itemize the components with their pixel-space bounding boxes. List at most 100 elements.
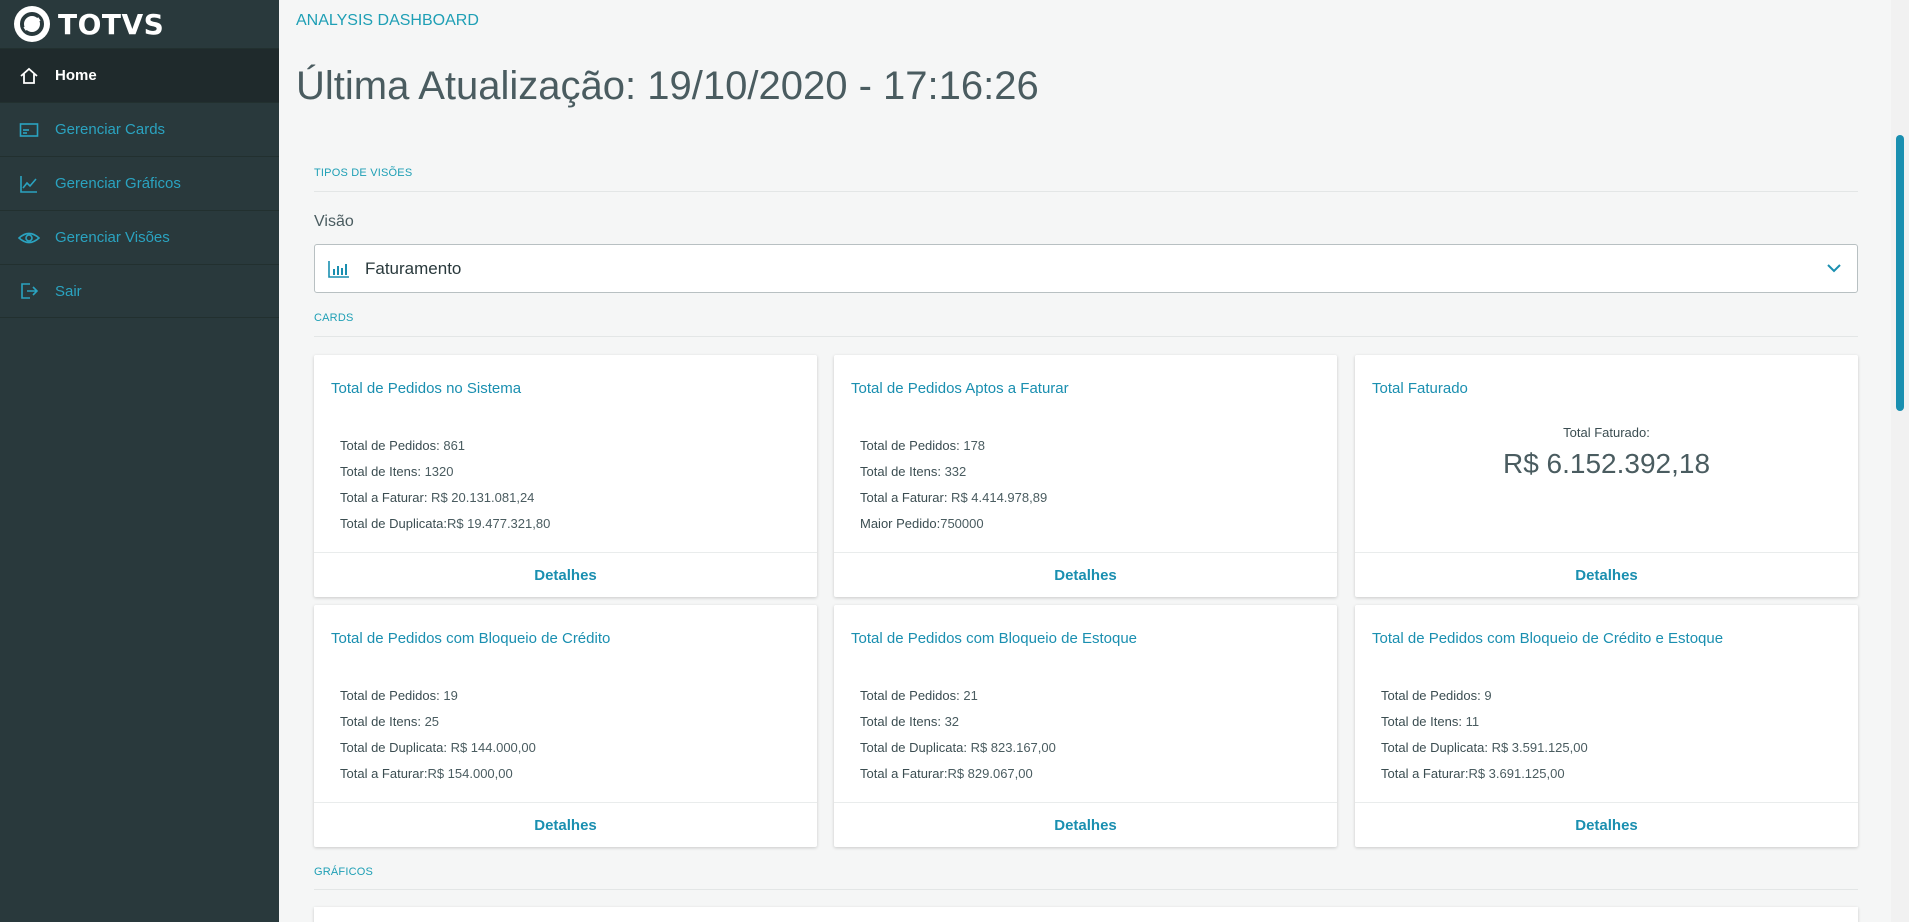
row-key: Total de Pedidos:	[860, 438, 960, 453]
row-value: 9	[1480, 688, 1492, 703]
row-key: Total de Itens:	[340, 464, 421, 479]
card-row: Total de Itens: 11	[1381, 709, 1588, 735]
card-row: Total de Itens: 25	[340, 709, 536, 735]
card-row: Total de Duplicata: R$ 3.591.125,00	[1381, 735, 1588, 761]
view-select-value: Faturamento	[365, 258, 462, 278]
row-key: Total de Itens:	[340, 714, 421, 729]
card-bloqueio-credito: Total de Pedidos com Bloqueio de Crédito…	[314, 605, 817, 847]
row-key: Total a Faturar:	[860, 490, 948, 505]
totvs-logo-icon	[14, 6, 50, 42]
card-body: Total de Pedidos: 9 Total de Itens: 11 T…	[1381, 683, 1588, 787]
divider	[314, 191, 1858, 192]
card-title: Total de Pedidos com Bloqueio de Crédito	[331, 630, 611, 647]
total-faturado-label: Total Faturado:	[1563, 425, 1650, 440]
row-value: R$ 3.691.125,00	[1468, 766, 1565, 781]
sidebar-item-home[interactable]: Home	[0, 48, 279, 102]
row-value: R$ 20.131.081,24	[427, 490, 535, 505]
row-key: Total de Pedidos:	[340, 688, 440, 703]
divider	[314, 336, 1858, 337]
row-value: 21	[959, 688, 978, 703]
card-row: Total de Pedidos: 19	[340, 683, 536, 709]
sidebar-item-sair[interactable]: Sair	[0, 264, 279, 318]
card-body: Total de Pedidos: 861 Total de Itens: 13…	[340, 433, 550, 537]
row-value: 861	[439, 438, 466, 453]
row-key: Total de Itens:	[860, 714, 941, 729]
card-row: Total de Itens: 1320	[340, 459, 550, 485]
row-value: 750000	[940, 516, 984, 531]
card-row: Total de Duplicata: R$ 144.000,00	[340, 735, 536, 761]
card-row: Total de Pedidos: 9	[1381, 683, 1588, 709]
divider	[314, 889, 1858, 890]
card-row: Total a Faturar:R$ 829.067,00	[860, 761, 1056, 787]
row-key: Total a Faturar:	[340, 490, 428, 505]
logo[interactable]: TOTVS	[0, 0, 279, 48]
card-bloqueio-estoque: Total de Pedidos com Bloqueio de Estoque…	[834, 605, 1337, 847]
details-button[interactable]: Detalhes	[834, 802, 1337, 847]
row-key: Total de Duplicata:	[340, 740, 447, 755]
eye-icon	[18, 227, 40, 249]
logout-icon	[18, 280, 40, 302]
scrollbar[interactable]	[1891, 0, 1909, 922]
details-button[interactable]: Detalhes	[834, 552, 1337, 597]
row-key: Total de Duplicata:	[340, 516, 447, 531]
card-title: Total de Pedidos com Bloqueio de Crédito…	[1372, 630, 1724, 647]
chart-card	[314, 907, 1858, 922]
card-row: Total de Duplicata: R$ 823.167,00	[860, 735, 1056, 761]
card-title: Total de Pedidos no Sistema	[331, 380, 522, 397]
card-row: Total de Duplicata:R$ 19.477.321,80	[340, 511, 550, 537]
section-title-charts: GRÁFICOS	[314, 866, 374, 878]
breadcrumb[interactable]: ANALYSIS DASHBOARD	[296, 12, 479, 30]
row-key: Total a Faturar:	[340, 766, 428, 781]
card-title: Total de Pedidos com Bloqueio de Estoque	[851, 630, 1138, 647]
row-value: R$ 144.000,00	[446, 740, 536, 755]
row-value: 178	[959, 438, 986, 453]
home-icon	[18, 65, 40, 87]
view-select-label: Visão	[314, 213, 354, 230]
card-bloqueio-credito-estoque: Total de Pedidos com Bloqueio de Crédito…	[1355, 605, 1858, 847]
card-row: Total a Faturar: R$ 20.131.081,24	[340, 485, 550, 511]
card-body: Total de Pedidos: 19 Total de Itens: 25 …	[340, 683, 536, 787]
card-pedidos-aptos-faturar: Total de Pedidos Aptos a Faturar Total d…	[834, 355, 1337, 597]
sidebar-item-gerenciar-graficos[interactable]: Gerenciar Gráficos	[0, 156, 279, 210]
card-total-pedidos-sistema: Total de Pedidos no Sistema Total de Ped…	[314, 355, 817, 597]
row-key: Total a Faturar:	[1381, 766, 1469, 781]
card-title: Total de Pedidos Aptos a Faturar	[851, 380, 1069, 397]
details-button[interactable]: Detalhes	[314, 552, 817, 597]
row-key: Total de Pedidos:	[860, 688, 960, 703]
sidebar-item-label: Sair	[55, 282, 82, 300]
row-key: Total de Duplicata:	[860, 740, 967, 755]
card-row: Total a Faturar:R$ 154.000,00	[340, 761, 536, 787]
scrollbar-thumb[interactable]	[1896, 135, 1904, 411]
total-faturado-value: R$ 6.152.392,18	[1502, 448, 1711, 479]
sidebar-item-gerenciar-cards[interactable]: Gerenciar Cards	[0, 102, 279, 156]
card-body: Total de Pedidos: 21 Total de Itens: 32 …	[860, 683, 1056, 787]
row-key: Maior Pedido:	[860, 516, 941, 531]
view-select[interactable]: Faturamento	[314, 244, 1858, 293]
chevron-down-icon	[1825, 259, 1843, 282]
row-value: R$ 829.067,00	[947, 766, 1033, 781]
section-title-views: TIPOS DE VISÕES	[314, 167, 413, 179]
row-value: 32	[940, 714, 960, 729]
details-button[interactable]: Detalhes	[1355, 552, 1858, 597]
row-value: 1320	[420, 464, 454, 479]
sidebar-item-label: Home	[55, 67, 97, 84]
row-key: Total de Pedidos:	[340, 438, 440, 453]
row-key: Total de Itens:	[1381, 714, 1462, 729]
row-value: 25	[420, 714, 440, 729]
row-value: 19	[439, 688, 458, 703]
card-row: Maior Pedido:750000	[860, 511, 1047, 537]
row-key: Total de Pedidos:	[1381, 688, 1481, 703]
card-icon	[18, 119, 40, 141]
row-value: 332	[940, 464, 967, 479]
sidebar-item-gerenciar-visoes[interactable]: Gerenciar Visões	[0, 210, 279, 264]
details-button[interactable]: Detalhes	[314, 802, 817, 847]
brand-name: TOTVS	[58, 7, 165, 41]
details-button[interactable]: Detalhes	[1355, 802, 1858, 847]
row-value: R$ 19.477.321,80	[446, 516, 551, 531]
page-title: Última Atualização: 19/10/2020 - 17:16:2…	[296, 64, 1039, 108]
section-title-cards: CARDS	[314, 312, 354, 324]
sidebar: TOTVS Home Gerenciar Cards Gerenciar Grá…	[0, 0, 279, 922]
row-key: Total de Itens:	[860, 464, 941, 479]
card-title: Total Faturado	[1372, 380, 1468, 397]
card-row: Total de Pedidos: 861	[340, 433, 550, 459]
